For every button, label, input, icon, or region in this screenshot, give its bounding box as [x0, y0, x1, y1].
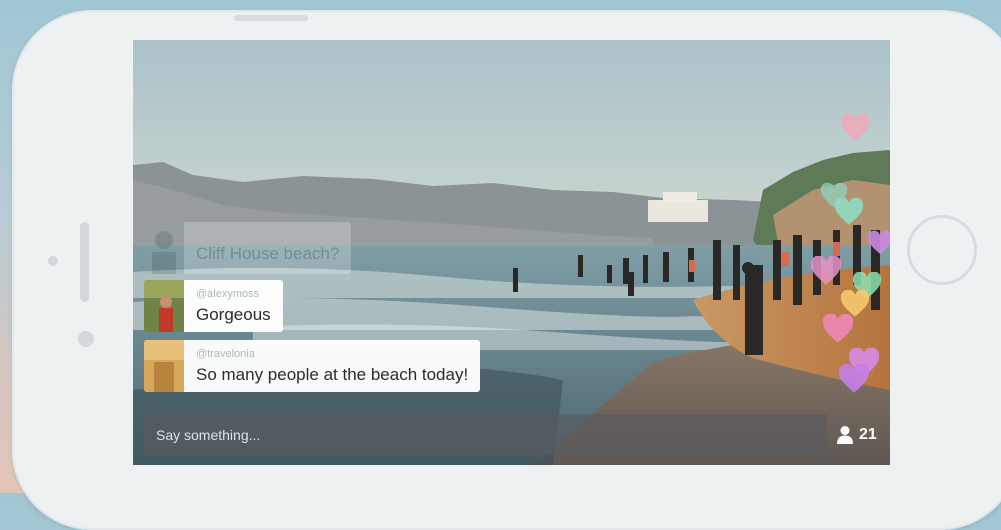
comment-username[interactable]: @alexymoss — [196, 287, 271, 301]
viewer-count-number: 21 — [859, 426, 877, 443]
avatar — [144, 340, 184, 392]
user-photo-icon — [144, 280, 184, 332]
comment-message: Cliff House beach? — [196, 244, 340, 263]
heart-icon — [867, 230, 890, 254]
comment-item: Cliff House beach? — [144, 222, 352, 274]
user-photo-icon — [152, 231, 176, 274]
avatar — [144, 280, 184, 332]
comment-item: @travelonia So many people at the beach … — [144, 340, 481, 392]
heart-icon — [834, 198, 864, 225]
heart-icon — [838, 364, 870, 393]
comment-message: So many people at the beach today! — [196, 365, 469, 384]
heart-icon — [822, 314, 854, 343]
user-photo-icon — [144, 340, 184, 392]
live-video-screen: Cliff House beach? @alexymoss Gorgeous @… — [133, 40, 890, 465]
comment-username[interactable]: @travelonia — [196, 347, 468, 361]
comment-message: Gorgeous — [196, 305, 271, 324]
power-button — [234, 15, 308, 21]
front-camera — [78, 331, 94, 347]
avatar — [144, 222, 184, 274]
heart-icon — [810, 256, 842, 285]
comment-input[interactable] — [144, 414, 827, 455]
comment-item: @alexymoss Gorgeous — [144, 280, 283, 332]
heart-icon — [840, 114, 870, 141]
speaker-grille — [80, 222, 89, 302]
proximity-sensor — [48, 256, 58, 266]
person-icon — [837, 426, 853, 444]
viewer-count: 21 — [836, 423, 877, 447]
home-button[interactable] — [907, 215, 977, 285]
